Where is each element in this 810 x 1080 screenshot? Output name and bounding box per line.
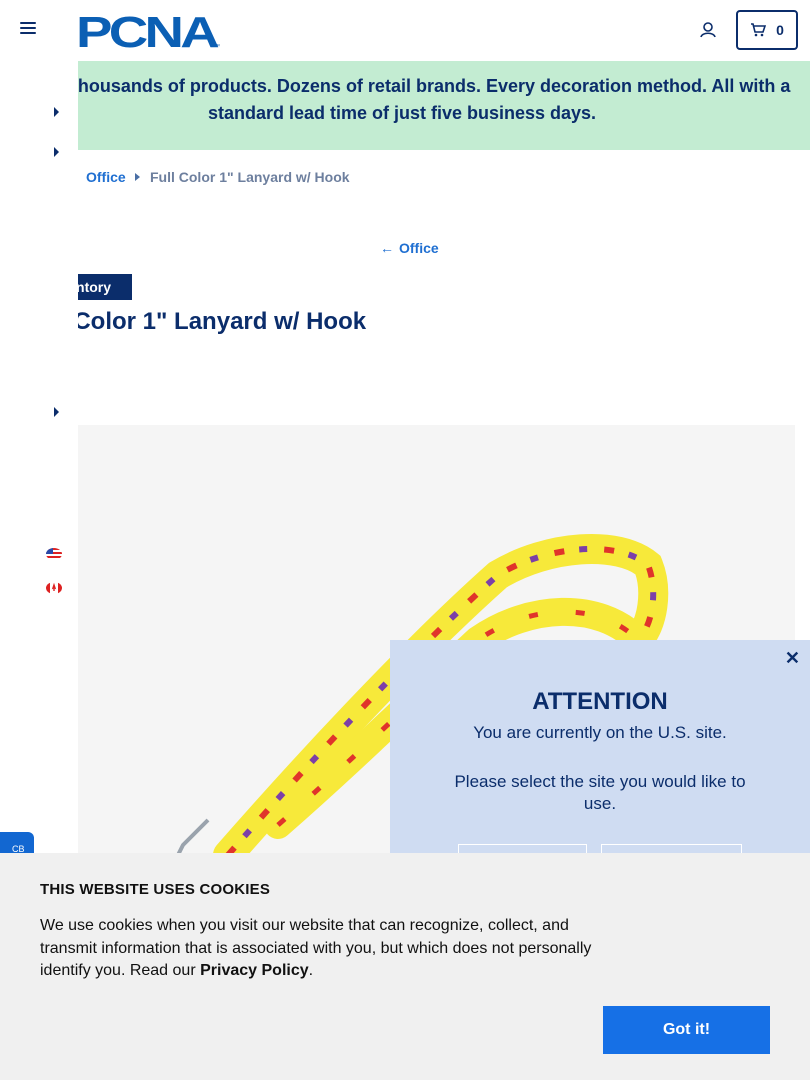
site-header: PCNA ™ 0: [0, 0, 810, 61]
canada-flag-icon[interactable]: [46, 582, 62, 594]
accept-cookies-button[interactable]: Got it!: [603, 1006, 770, 1054]
modal-current-site-text: You are currently on the U.S. site.: [473, 723, 727, 742]
modal-select-site-text: Please select the site you would like to…: [454, 772, 746, 813]
page: PCNA ™ 0 Wait? Thousands of products. Do…: [0, 0, 810, 1080]
site-select-modal: ✕ ATTENTION You are currently on the U.S…: [390, 640, 810, 880]
breadcrumb-current: Full Color 1" Lanyard w/ Hook: [150, 169, 350, 185]
pcna-logo[interactable]: PCNA ™: [76, 10, 224, 50]
promo-banner: Wait? Thousands of products. Dozens of r…: [0, 61, 810, 150]
promo-banner-text: Wait? Thousands of products. Dozens of r…: [13, 76, 791, 123]
expand-caret-icon[interactable]: [54, 147, 59, 157]
arrow-left-icon: ←: [380, 240, 394, 256]
cart-icon: [751, 23, 767, 37]
modal-title: ATTENTION: [532, 688, 668, 715]
back-to-office-link[interactable]: ← Office: [380, 240, 439, 256]
svg-text:™: ™: [214, 43, 220, 50]
menu-icon[interactable]: [20, 22, 36, 36]
cookie-body: We use cookies when you visit our websit…: [40, 917, 592, 979]
breadcrumb-separator-icon: [135, 173, 140, 181]
breadcrumb-office-link[interactable]: Office: [86, 169, 126, 185]
cookie-title: THIS WEBSITE USES COOKIES: [40, 881, 271, 898]
privacy-policy-link[interactable]: Privacy Policy: [200, 962, 309, 979]
cart-button[interactable]: 0: [736, 10, 798, 50]
account-icon[interactable]: [698, 20, 718, 40]
cart-count: 0: [776, 22, 784, 38]
expand-caret-icon[interactable]: [54, 107, 59, 117]
expand-caret-icon[interactable]: [54, 407, 59, 417]
logo-text: PCNA: [76, 10, 219, 50]
cookie-text: We use cookies when you visit our websit…: [40, 917, 592, 979]
cookie-banner: THIS WEBSITE USES COOKIES We use cookies…: [0, 853, 810, 1080]
us-flag-icon[interactable]: [46, 548, 62, 560]
back-link-label: Office: [399, 240, 439, 256]
close-icon[interactable]: ✕: [785, 648, 800, 669]
